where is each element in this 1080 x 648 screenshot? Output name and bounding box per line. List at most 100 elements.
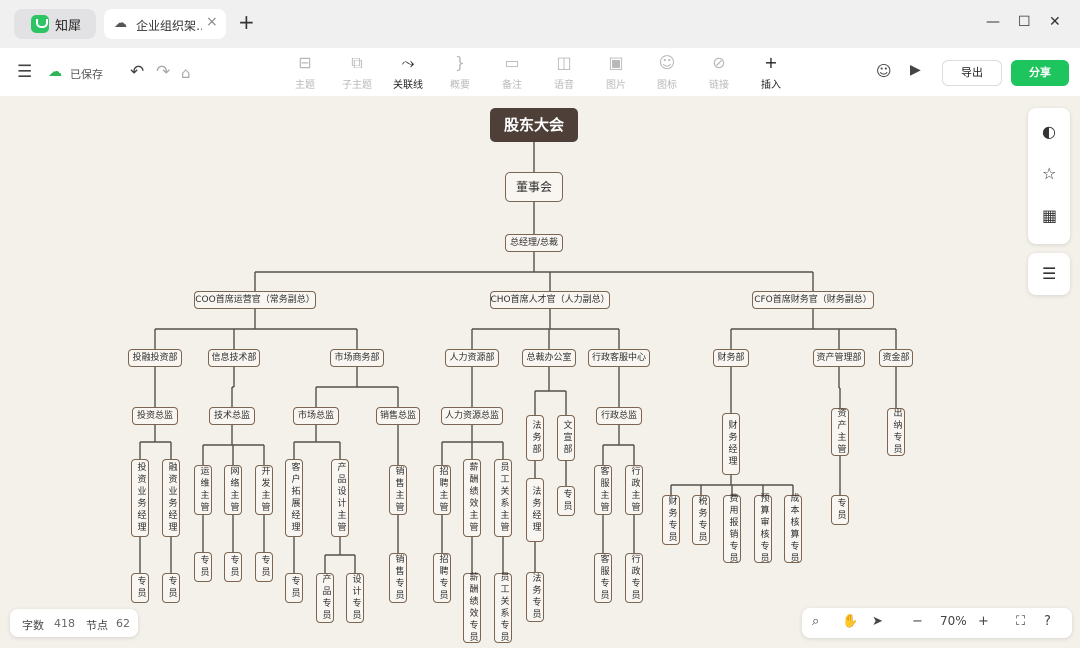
mindmap-node[interactable]: 资金部: [879, 349, 913, 367]
mindmap-node[interactable]: 产品设计主管: [331, 459, 349, 537]
theme-palette-icon[interactable]: ◐: [1042, 122, 1056, 141]
mindmap-node[interactable]: 销售主管: [389, 465, 407, 515]
mindmap-node[interactable]: 开发主管: [255, 465, 273, 515]
mindmap-node[interactable]: 成本核算专员: [784, 493, 802, 565]
zoom-out-button[interactable]: −: [912, 614, 923, 629]
mindmap-node[interactable]: 行政客服中心: [588, 349, 650, 367]
redo-icon[interactable]: ↷: [156, 62, 170, 82]
mindmap-node[interactable]: 专员: [194, 552, 212, 582]
mindmap-node[interactable]: 费用报销专员: [723, 493, 741, 565]
undo-icon[interactable]: ↶: [130, 62, 144, 82]
mindmap-node[interactable]: 人力资源部: [445, 349, 499, 367]
collaborators-icon[interactable]: ☺: [876, 62, 892, 80]
tool-icon[interactable]: ☺ 图标: [643, 52, 691, 91]
mindmap-node[interactable]: 招聘主管: [433, 465, 451, 515]
mindmap-node[interactable]: 资产管理部: [813, 349, 865, 367]
mindmap-node[interactable]: 财务专员: [662, 495, 680, 545]
tool-topic[interactable]: ⊟ 主题: [281, 52, 329, 91]
mindmap-node[interactable]: 融资业务经理: [162, 459, 180, 537]
mindmap-node[interactable]: 预算审核专员: [754, 493, 772, 565]
mindmap-node[interactable]: 总裁办公室: [522, 349, 576, 367]
mindmap-node[interactable]: 股东大会: [490, 108, 578, 142]
mindmap-node[interactable]: 专员: [285, 573, 303, 603]
mindmap-node[interactable]: 出纳专员: [887, 408, 905, 456]
mindmap-node[interactable]: 投资业务经理: [131, 459, 149, 537]
mindmap-node[interactable]: 招聘专员: [433, 553, 451, 603]
hand-pan-icon[interactable]: ✋: [842, 614, 858, 629]
mindmap-node[interactable]: 法务经理: [526, 478, 544, 542]
layout-icon[interactable]: ▦: [1042, 206, 1057, 225]
mindmap-node[interactable]: 法务专员: [526, 572, 544, 622]
mindmap-node[interactable]: 技术总监: [209, 407, 255, 425]
mindmap-node[interactable]: 行政主管: [625, 465, 643, 515]
mindmap-node[interactable]: 客服主管: [594, 465, 612, 515]
minimize-button[interactable]: —: [986, 14, 1000, 30]
style-star-icon[interactable]: ☆: [1042, 164, 1056, 183]
mindmap-node[interactable]: 财务部: [713, 349, 749, 367]
mindmap-node[interactable]: 设计专员: [346, 573, 364, 623]
mindmap-node[interactable]: 专员: [255, 552, 273, 582]
new-tab-button[interactable]: +: [238, 10, 255, 34]
mindmap-node[interactable]: 信息技术部: [208, 349, 260, 367]
mindmap-node[interactable]: 投资总监: [132, 407, 178, 425]
search-icon[interactable]: ⌕: [812, 614, 819, 629]
mindmap-node[interactable]: 总经理/总裁: [505, 234, 563, 252]
help-icon[interactable]: ?: [1044, 614, 1051, 629]
mindmap-node[interactable]: 投融投资部: [128, 349, 182, 367]
mindmap-node[interactable]: CHO首席人才官（人力副总）: [490, 291, 610, 309]
mindmap-node[interactable]: 资产主管: [831, 408, 849, 456]
locate-icon[interactable]: ➤: [872, 614, 883, 629]
tool-note[interactable]: ▭ 备注: [488, 52, 536, 91]
mindmap-node[interactable]: 专员: [831, 495, 849, 525]
mindmap-node[interactable]: 专员: [162, 573, 180, 603]
tool-image[interactable]: ▣ 图片: [592, 52, 640, 91]
mindmap-node[interactable]: 客户拓展经理: [285, 459, 303, 537]
mindmap-node[interactable]: 薪酬绩效主管: [463, 459, 481, 537]
fullscreen-icon[interactable]: ⛶: [1016, 614, 1025, 629]
document-tab[interactable]: ☁ 企业组织架… ×: [104, 9, 226, 39]
mindmap-node[interactable]: 专员: [557, 486, 575, 516]
format-painter-icon[interactable]: ⌂: [181, 64, 191, 82]
close-window-button[interactable]: ✕: [1049, 14, 1061, 30]
mindmap-node[interactable]: 市场商务部: [330, 349, 384, 367]
mindmap-node[interactable]: COO首席运营官（常务副总）: [194, 291, 316, 309]
tool-relation-line[interactable]: ⤳ 关联线: [384, 52, 432, 91]
tool-insert[interactable]: + 插入: [747, 52, 795, 91]
maximize-button[interactable]: ☐: [1018, 14, 1031, 30]
mindmap-node[interactable]: 人力资源总监: [441, 407, 503, 425]
mindmap-node[interactable]: 员工关系主管: [494, 459, 512, 537]
tool-link[interactable]: ⊘ 链接: [695, 52, 743, 91]
mindmap-node[interactable]: 销售专员: [389, 553, 407, 603]
mindmap-node[interactable]: 销售总监: [376, 407, 420, 425]
mindmap-node[interactable]: 税务专员: [692, 495, 710, 545]
mindmap-node[interactable]: CFO首席财务官（财务副总）: [752, 291, 874, 309]
tool-summary[interactable]: } 概要: [436, 52, 484, 91]
app-home-tab[interactable]: 知犀: [14, 9, 96, 39]
mindmap-node[interactable]: 财务经理: [722, 413, 740, 475]
share-button[interactable]: 分享: [1011, 60, 1069, 86]
mindmap-node[interactable]: 文宣部: [557, 415, 575, 461]
mindmap-node[interactable]: 行政专员: [625, 553, 643, 603]
mindmap-node[interactable]: 行政总监: [596, 407, 642, 425]
mindmap-node[interactable]: 薪酬绩效专员: [463, 572, 481, 644]
presentation-icon[interactable]: ▶: [910, 62, 921, 78]
mindmap-node[interactable]: 专员: [224, 552, 242, 582]
outline-list-icon[interactable]: ☰: [1042, 264, 1056, 283]
mindmap-node[interactable]: 董事会: [505, 172, 563, 202]
tool-voice[interactable]: ◫ 语音: [540, 52, 588, 91]
mindmap-node[interactable]: 员工关系专员: [494, 572, 512, 644]
mindmap-node[interactable]: 运维主管: [194, 465, 212, 515]
connector-coo: [154, 309, 358, 349]
export-button[interactable]: 导出: [942, 60, 1002, 86]
tool-subtopic[interactable]: ⧉ 子主题: [333, 52, 381, 91]
mindmap-node[interactable]: 专员: [131, 573, 149, 603]
mindmap-node[interactable]: 市场总监: [293, 407, 339, 425]
close-tab-icon[interactable]: ×: [206, 14, 218, 30]
mindmap-node[interactable]: 法务部: [526, 415, 544, 461]
mindmap-node[interactable]: 产品专员: [316, 573, 334, 623]
menu-icon[interactable]: ☰: [17, 62, 32, 82]
mindmap-canvas[interactable]: 股东大会董事会总经理/总裁 COO首席运营官（常务副总） CHO首席人才官（人力副总…: [0, 96, 1080, 648]
zoom-in-button[interactable]: +: [978, 614, 989, 629]
mindmap-node[interactable]: 网络主管: [224, 465, 242, 515]
mindmap-node[interactable]: 客服专员: [594, 553, 612, 603]
